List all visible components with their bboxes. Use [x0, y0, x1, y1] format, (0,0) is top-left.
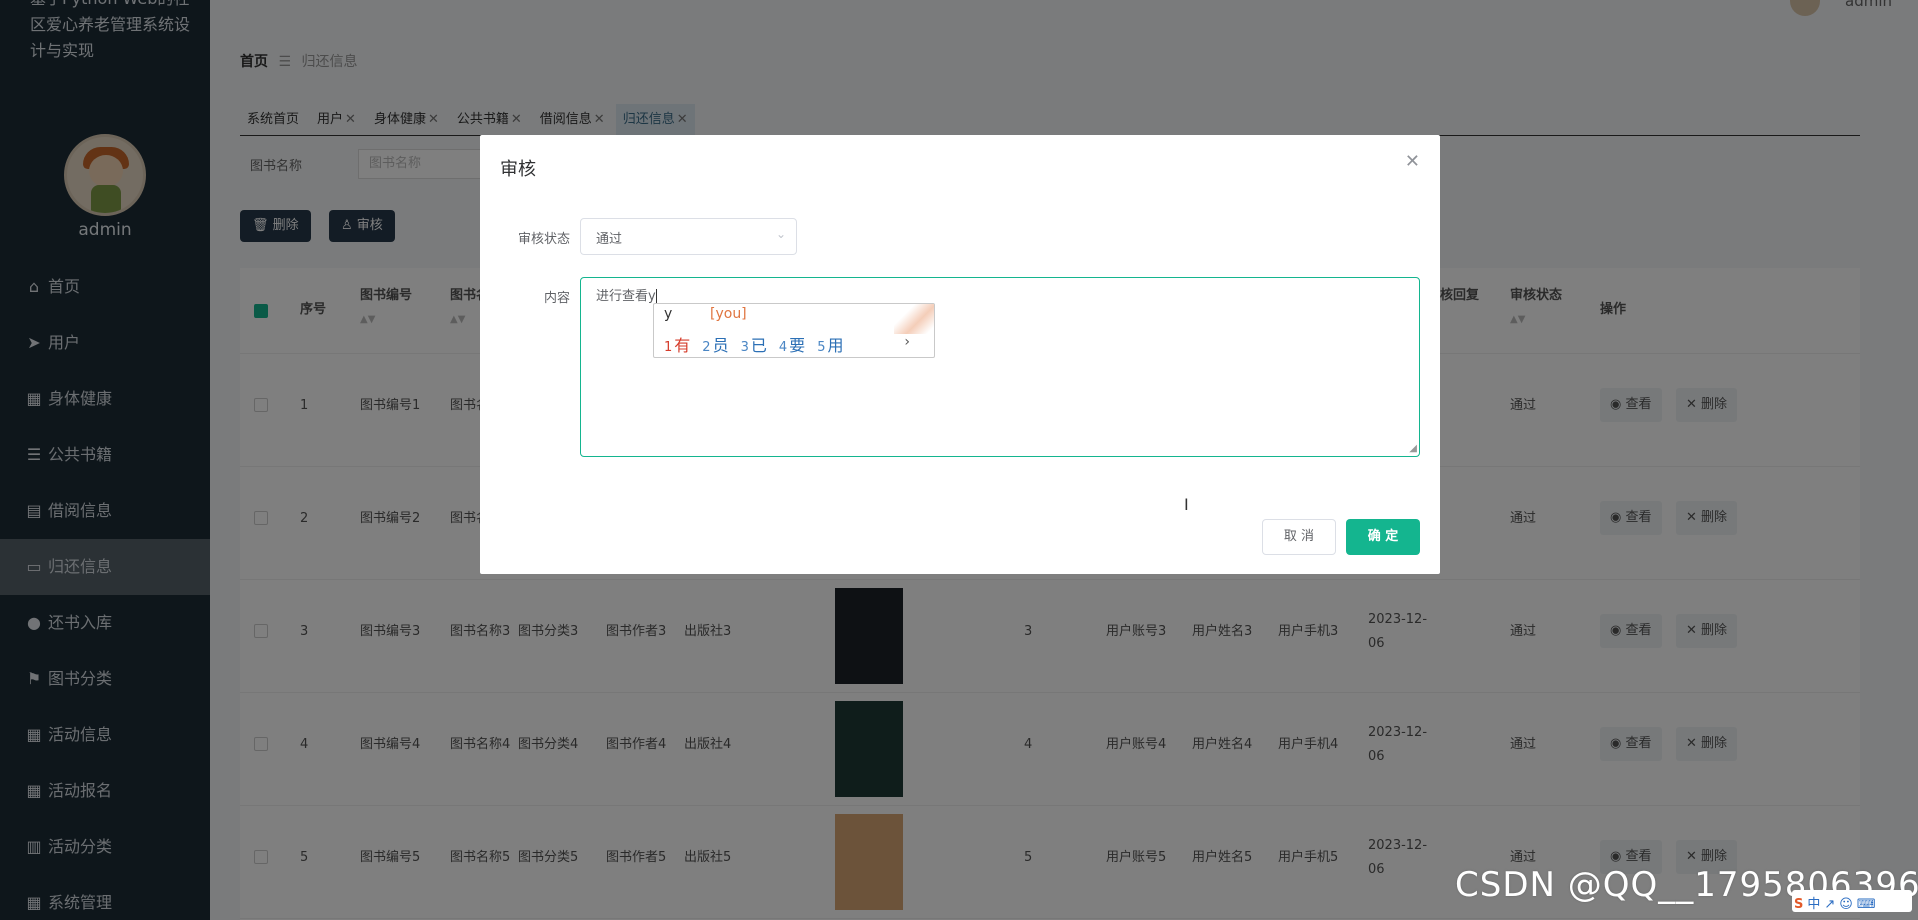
- ime-tray: S 中 ↗ ☺ ⌨: [1792, 890, 1912, 912]
- ime-candidate-char: 要: [789, 336, 806, 355]
- ime-candidate-window: y [you] 1有2员3已4要5用 ›: [653, 303, 935, 358]
- cancel-button[interactable]: 取 消: [1262, 519, 1336, 555]
- chevron-down-icon: ⌄: [775, 227, 786, 241]
- ime-candidates: 1有2员3已4要5用: [664, 332, 855, 356]
- ime-candidate-number: 5: [817, 340, 826, 355]
- text-cursor-icon: Ⅰ: [1184, 495, 1189, 514]
- tray-icon[interactable]: S: [1794, 897, 1803, 912]
- ime-candidate-char: 已: [750, 336, 767, 355]
- ime-candidate[interactable]: 1有: [664, 336, 690, 355]
- ime-candidate-number: 3: [740, 340, 749, 355]
- status-label: 审核状态: [517, 232, 570, 247]
- tray-icon[interactable]: ↗: [1824, 897, 1835, 912]
- ime-candidate-number: 1: [664, 340, 673, 355]
- status-select-value: 通过: [596, 232, 623, 247]
- ime-pinyin: [you]: [710, 306, 747, 322]
- ime-candidate[interactable]: 3已: [741, 336, 767, 355]
- ime-input-text: y: [664, 306, 673, 322]
- ime-candidate[interactable]: 5用: [817, 336, 843, 355]
- tray-icon[interactable]: ⌨: [1857, 897, 1876, 912]
- ime-candidate-char: 员: [712, 336, 729, 355]
- chevron-right-icon[interactable]: ›: [904, 334, 910, 350]
- audit-dialog: 审核 ✕ 审核状态 通过 ⌄ 内容 进行查看y ◢ y [you] 1有2员3已…: [480, 135, 1440, 574]
- ime-decoration: [894, 304, 934, 334]
- tray-icon[interactable]: ☺: [1839, 897, 1853, 912]
- ime-candidate-char: 用: [827, 336, 844, 355]
- ime-candidate-char: 有: [674, 336, 691, 355]
- content-text: 进行查看y: [596, 289, 656, 304]
- confirm-button[interactable]: 确 定: [1346, 519, 1420, 555]
- ime-candidate[interactable]: 4要: [779, 336, 805, 355]
- status-select[interactable]: 通过 ⌄: [580, 218, 797, 255]
- ime-candidate-number: 2: [702, 340, 711, 355]
- content-label: 内容: [543, 291, 570, 306]
- tray-icon[interactable]: 中: [1807, 893, 1820, 912]
- dialog-title: 审核: [500, 159, 536, 180]
- close-icon[interactable]: ✕: [1405, 151, 1420, 172]
- app-root: 基于Python Web的社区爱心养老管理系统设计与实现 admin ⌂首页➤用…: [0, 0, 1918, 920]
- ime-candidate[interactable]: 2员: [702, 336, 728, 355]
- content-textarea-value: 进行查看y: [596, 285, 657, 305]
- resize-handle-icon[interactable]: ◢: [1409, 443, 1417, 454]
- ime-candidate-number: 4: [778, 340, 788, 355]
